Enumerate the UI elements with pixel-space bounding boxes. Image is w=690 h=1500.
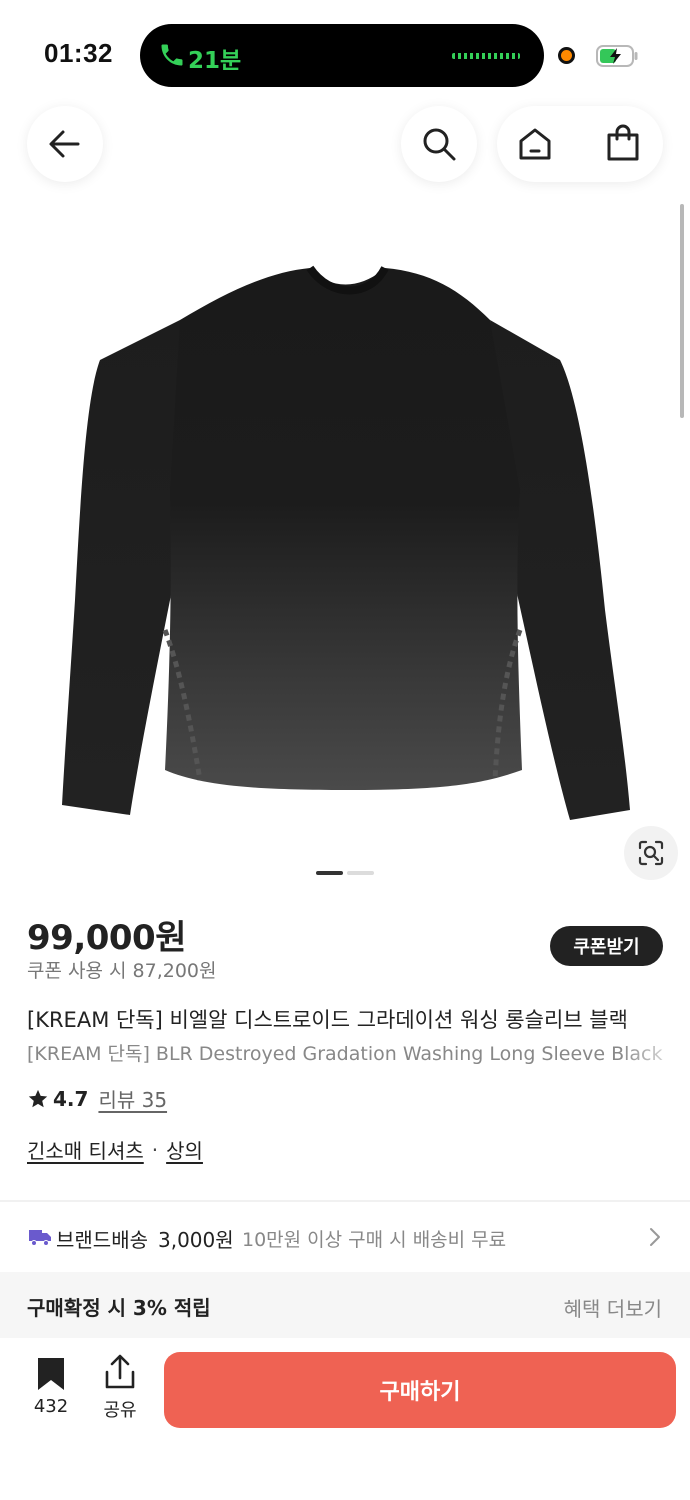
review-link[interactable]: 리뷰 35 [98, 1084, 167, 1113]
benefit-row[interactable]: 구매확정 시 3% 적립 혜택 더보기 [0, 1272, 690, 1338]
product-price: 99,000원 [27, 918, 186, 958]
back-button[interactable] [27, 106, 103, 182]
product-title-en: [KREAM 단독] BLR Destroyed Gradation Washi… [27, 1043, 663, 1065]
waveform-icon [452, 53, 520, 59]
coupon-button[interactable]: 쿠폰받기 [550, 926, 663, 966]
category-separator: · [151, 1137, 159, 1162]
home-icon [519, 128, 551, 160]
share-button[interactable]: 공유 [98, 1354, 142, 1422]
shipping-label: 브랜드배송 [56, 1228, 148, 1252]
orange-dot-indicator [558, 47, 575, 64]
product-image[interactable] [40, 250, 650, 840]
shipping-note: 10만원 이상 구매 시 배송비 무료 [242, 1229, 507, 1251]
category-breadcrumb: 긴소매 티셔츠 · 상의 [27, 1135, 203, 1164]
dynamic-island[interactable]: 21분 [140, 24, 544, 87]
bookmark-button[interactable]: 432 [28, 1356, 74, 1417]
product-title-ko: [KREAM 단독] 비엘알 디스트로이드 그라데이션 워싱 롱슬리브 블랙 [27, 1008, 628, 1032]
truck-icon [29, 1230, 51, 1246]
shipping-fee: 3,000원 [158, 1228, 234, 1252]
shipping-row[interactable]: 브랜드배송 3,000원 10만원 이상 구매 시 배송비 무료 [0, 1202, 690, 1272]
cart-button[interactable] [599, 118, 647, 168]
buy-button[interactable]: 구매하기 [164, 1352, 676, 1428]
rating-score: 4.7 [53, 1086, 89, 1111]
coupon-price: 쿠폰 사용 시 87,200원 [27, 960, 217, 982]
share-icon [105, 1354, 135, 1389]
benefit-text: 구매확정 시 3% 적립 [27, 1296, 211, 1320]
scrollbar[interactable] [680, 204, 684, 418]
chevron-right-icon [650, 1228, 660, 1246]
category-link-sub[interactable]: 상의 [166, 1135, 203, 1164]
home-button[interactable] [511, 120, 559, 168]
search-button[interactable] [401, 106, 477, 182]
share-label: 공유 [103, 1400, 137, 1421]
battery-charging-icon [596, 45, 638, 67]
bookmark-icon [38, 1358, 64, 1390]
star-icon [28, 1089, 48, 1107]
search-icon [423, 128, 456, 161]
image-search-button[interactable] [624, 826, 678, 880]
rating-row: 4.7 리뷰 35 [27, 1084, 167, 1113]
bottom-action-bar: 432 공유 구매하기 [0, 1338, 690, 1500]
image-search-icon [638, 840, 664, 866]
shopping-bag-icon [607, 124, 639, 161]
page-dot[interactable] [347, 871, 374, 875]
page-dot-active[interactable] [316, 871, 343, 875]
benefit-more-link[interactable]: 혜택 더보기 [564, 1293, 662, 1322]
nav-pill [497, 106, 663, 182]
title-fade-overlay [620, 1000, 690, 1072]
call-duration: 21분 [188, 48, 242, 74]
status-time: 01:32 [44, 38, 113, 68]
category-link-main[interactable]: 긴소매 티셔츠 [27, 1135, 144, 1164]
gallery-page-indicator [316, 871, 374, 875]
phone-call-icon [161, 44, 183, 66]
bookmark-count: 432 [33, 1396, 69, 1417]
arrow-left-icon [49, 130, 80, 158]
